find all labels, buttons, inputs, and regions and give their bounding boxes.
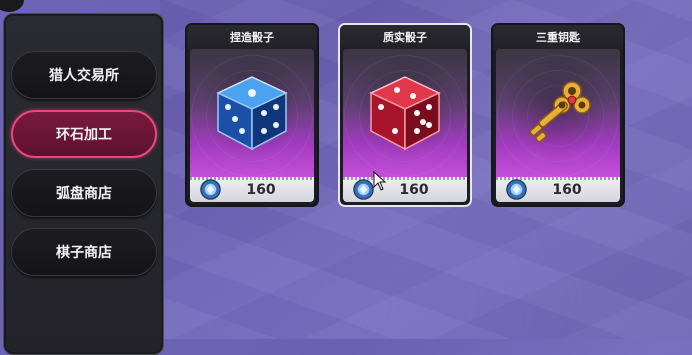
item-title: 质实骰子 — [340, 25, 470, 49]
item-art — [343, 49, 467, 177]
item-price: 160 — [552, 181, 582, 198]
golden-key-icon — [529, 81, 591, 143]
sidebar-item-hunter-exchange[interactable]: 猎人交易所 — [11, 51, 157, 99]
sidebar-item-ring-stone-processing[interactable]: 环石加工 — [11, 110, 157, 158]
sidebar-item-arc-disc-shop[interactable]: 弧盘商店 — [11, 169, 157, 217]
item-title: 捏造骰子 — [187, 25, 317, 49]
blue-dice-icon — [216, 76, 288, 151]
price-bar: 160 — [190, 177, 314, 202]
sidebar-item-label: 环石加工 — [56, 127, 112, 143]
price-bar: 160 — [343, 177, 467, 202]
item-title: 三重钥匙 — [493, 25, 623, 49]
sidebar-item-label: 猎人交易所 — [49, 68, 119, 84]
corner-decoration — [0, 0, 24, 12]
shop-item-card[interactable]: 三重钥匙 160 — [491, 23, 625, 207]
crystal-coin-icon — [200, 179, 221, 200]
red-dice-icon — [369, 76, 441, 151]
shop-sidebar: 猎人交易所 环石加工 弧盘商店 棋子商店 — [3, 13, 164, 355]
price-bar: 160 — [496, 177, 620, 202]
item-price: 160 — [399, 181, 429, 198]
shop-item-card-selected[interactable]: 质实骰子 160 — [338, 23, 472, 207]
crystal-coin-icon — [353, 179, 374, 200]
crystal-coin-icon — [506, 179, 527, 200]
sidebar-item-chess-piece-shop[interactable]: 棋子商店 — [11, 228, 157, 276]
sidebar-item-label: 棋子商店 — [56, 245, 112, 261]
item-art — [190, 49, 314, 177]
mouse-cursor-icon — [373, 171, 387, 191]
sidebar-item-label: 弧盘商店 — [56, 186, 112, 202]
item-art — [496, 49, 620, 177]
item-price: 160 — [246, 181, 276, 198]
shop-item-card[interactable]: 捏造骰子 160 — [185, 23, 319, 207]
